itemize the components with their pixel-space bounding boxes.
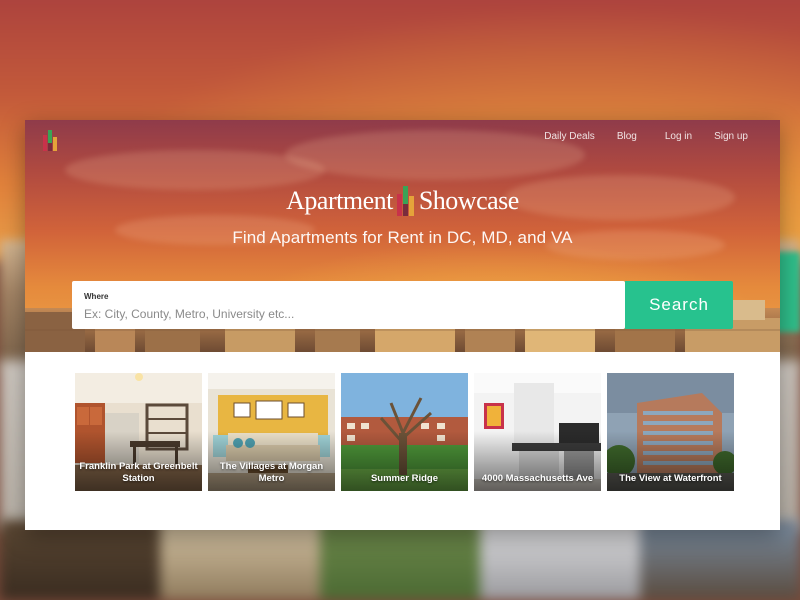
listing-name: The View at Waterfront xyxy=(619,473,722,484)
listing-card[interactable]: Franklin Park at Greenbelt Station xyxy=(75,373,202,491)
featured-listings: Franklin Park at Greenbelt Station The V… xyxy=(75,373,734,491)
listing-card[interactable]: 4000 Massachusetts Ave xyxy=(474,373,601,491)
listing-card[interactable]: The View at Waterfront xyxy=(607,373,734,491)
listing-name: Summer Ridge xyxy=(370,473,439,484)
nav-blog[interactable]: Blog xyxy=(617,131,637,142)
brand-name-part2: Showcase xyxy=(418,186,519,215)
nav-log-in[interactable]: Log in xyxy=(665,131,692,142)
listing-name: Franklin Park at Greenbelt Station xyxy=(79,461,198,484)
hero-banner: Daily Deals Blog Log in Sign up Apartmen… xyxy=(25,120,780,352)
search-box: Where xyxy=(72,281,625,329)
listing-card[interactable]: Summer Ridge xyxy=(341,373,468,491)
nav-sign-up[interactable]: Sign up xyxy=(714,131,748,142)
search-button[interactable]: Search xyxy=(625,281,733,329)
search-label: Where xyxy=(84,292,109,301)
nav-daily-deals[interactable]: Daily Deals xyxy=(544,131,595,142)
top-nav: Daily Deals Blog Log in Sign up xyxy=(544,131,748,142)
brand-name-part1: Apartment xyxy=(286,186,393,215)
listing-name: The Villages at Morgan Metro xyxy=(219,461,324,484)
logo-icon[interactable] xyxy=(42,129,60,151)
search-input[interactable] xyxy=(84,305,614,323)
page-card: Daily Deals Blog Log in Sign up Apartmen… xyxy=(25,120,780,530)
brand-logo: Apartment Showcase xyxy=(25,184,780,216)
listing-name: 4000 Massachusetts Ave xyxy=(481,473,594,484)
brand-mark-icon xyxy=(396,186,414,216)
tagline: Find Apartments for Rent in DC, MD, and … xyxy=(232,228,573,247)
listing-card[interactable]: The Villages at Morgan Metro xyxy=(208,373,335,491)
